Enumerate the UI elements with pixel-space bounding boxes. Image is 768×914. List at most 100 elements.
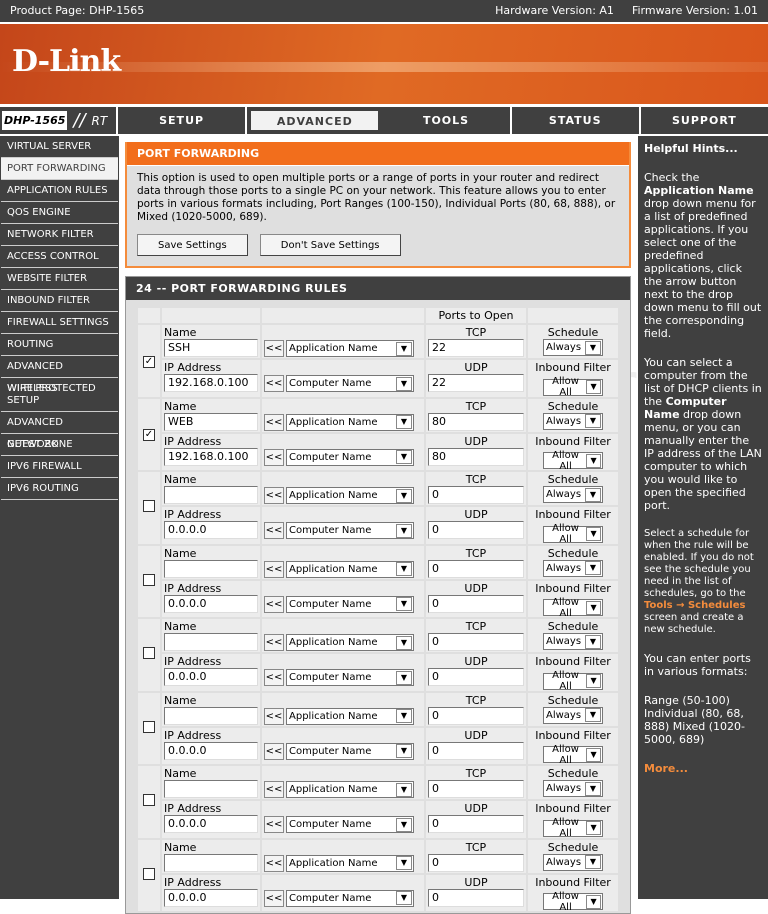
ip-address-input[interactable]: 0.0.0.0 (164, 741, 258, 760)
ip-address-input[interactable]: 0.0.0.0 (164, 668, 258, 686)
sidebar-item-port-forwarding[interactable]: PORT FORWARDING (1, 158, 118, 180)
sidebar-item-routing[interactable]: ROUTING (1, 334, 118, 356)
sidebar-item-guest-zone[interactable]: GUEST ZONE (1, 434, 118, 456)
rule-enable-checkbox[interactable] (143, 794, 155, 807)
inbound-filter-select[interactable]: Allow All ▼ (543, 817, 603, 839)
tab-status[interactable]: STATUS (512, 107, 641, 134)
ip-address-input[interactable]: 192.168.0.100 (164, 374, 258, 392)
udp-ports-input[interactable]: 0 (428, 594, 524, 613)
tcp-ports-input[interactable]: 0 (428, 559, 524, 578)
schedule-select[interactable]: Always ▼ (543, 486, 603, 503)
rule-enable-checkbox[interactable] (143, 573, 155, 586)
udp-ports-input[interactable]: 0 (428, 521, 524, 539)
sidebar-item-inbound-filter[interactable]: INBOUND FILTER (1, 290, 118, 312)
name-input[interactable] (164, 633, 258, 651)
computer-name-select[interactable]: Computer Name ▼ (286, 669, 414, 686)
fill-computer-button[interactable]: << (264, 669, 284, 686)
sidebar-item-qos-engine[interactable]: QOS ENGINE (1, 202, 118, 224)
tab-support[interactable]: SUPPORT (641, 107, 768, 134)
computer-name-select[interactable]: Computer Name ▼ (286, 889, 414, 907)
sidebar-item-website-filter[interactable]: WEBSITE FILTER (1, 268, 118, 290)
sidebar-item-application-rules[interactable]: APPLICATION RULES (1, 180, 118, 202)
ip-address-input[interactable]: 192.168.0.100 (164, 447, 258, 466)
schedule-select[interactable]: Always ▼ (543, 633, 603, 650)
application-name-select[interactable]: Application Name ▼ (286, 487, 414, 504)
dont-save-settings-button[interactable]: Don't Save Settings (259, 234, 401, 256)
fill-application-button[interactable]: << (264, 781, 284, 798)
udp-ports-input[interactable]: 0 (428, 668, 524, 686)
rule-enable-checkbox[interactable] (143, 867, 155, 880)
schedule-select[interactable]: Always ▼ (543, 853, 603, 871)
name-input[interactable]: WEB (164, 412, 258, 431)
schedule-select[interactable]: Always ▼ (543, 780, 603, 797)
fill-computer-button[interactable]: << (264, 448, 284, 466)
application-name-select[interactable]: Application Name ▼ (286, 560, 414, 578)
tcp-ports-input[interactable]: 0 (428, 633, 524, 651)
computer-name-select[interactable]: Computer Name ▼ (286, 816, 414, 833)
fill-application-button[interactable]: << (264, 487, 284, 504)
application-name-select[interactable]: Application Name ▼ (286, 340, 414, 357)
inbound-filter-select[interactable]: Allow All ▼ (543, 744, 603, 766)
inbound-filter-select[interactable]: Allow All ▼ (543, 670, 603, 692)
udp-ports-input[interactable]: 22 (428, 374, 524, 392)
fill-application-button[interactable]: << (264, 413, 284, 431)
application-name-select[interactable]: Application Name ▼ (286, 413, 414, 431)
tools-schedules-link[interactable]: Tools → Schedules (644, 600, 745, 611)
rule-enable-checkbox[interactable] (143, 647, 155, 660)
inbound-filter-select[interactable]: Allow All ▼ (543, 376, 603, 398)
fill-application-button[interactable]: << (264, 634, 284, 651)
schedule-select[interactable]: Always ▼ (543, 412, 603, 430)
fill-application-button[interactable]: << (264, 854, 284, 872)
udp-ports-input[interactable]: 0 (428, 815, 524, 833)
udp-ports-input[interactable]: 0 (428, 888, 524, 907)
tcp-ports-input[interactable]: 0 (428, 853, 524, 872)
tcp-ports-input[interactable]: 80 (428, 412, 524, 431)
computer-name-select[interactable]: Computer Name ▼ (286, 595, 414, 613)
name-input[interactable] (164, 559, 258, 578)
tcp-ports-input[interactable]: 0 (428, 486, 524, 504)
schedule-select[interactable]: Always ▼ (543, 339, 603, 356)
application-name-select[interactable]: Application Name ▼ (286, 707, 414, 725)
sidebar-item-advanced-wireless[interactable]: ADVANCED WIRELESS (1, 356, 118, 394)
udp-ports-input[interactable]: 0 (428, 741, 524, 760)
tcp-ports-input[interactable]: 0 (428, 706, 524, 725)
rule-enable-checkbox[interactable]: ✓ (143, 355, 155, 368)
rule-enable-checkbox[interactable]: ✓ (143, 429, 155, 442)
tab-tools[interactable]: TOOLS (382, 107, 512, 134)
name-input[interactable] (164, 486, 258, 504)
sidebar-item-advanced-network[interactable]: ADVANCED NETWORK (1, 412, 118, 450)
computer-name-select[interactable]: Computer Name ▼ (286, 448, 414, 466)
fill-application-button[interactable]: << (264, 707, 284, 725)
application-name-select[interactable]: Application Name ▼ (286, 854, 414, 872)
application-name-select[interactable]: Application Name ▼ (286, 781, 414, 798)
fill-computer-button[interactable]: << (264, 595, 284, 613)
sidebar-item-virtual-server[interactable]: VIRTUAL SERVER (1, 136, 118, 158)
computer-name-select[interactable]: Computer Name ▼ (286, 742, 414, 760)
tcp-ports-input[interactable]: 0 (428, 780, 524, 798)
ip-address-input[interactable]: 0.0.0.0 (164, 888, 258, 907)
name-input[interactable] (164, 780, 258, 798)
inbound-filter-select[interactable]: Allow All ▼ (543, 523, 603, 545)
name-input[interactable]: SSH (164, 339, 258, 357)
sidebar-item-ipv6-routing[interactable]: IPV6 ROUTING (1, 478, 118, 500)
fill-computer-button[interactable]: << (264, 889, 284, 907)
inbound-filter-select[interactable]: Allow All ▼ (543, 891, 603, 913)
fill-application-button[interactable]: << (264, 340, 284, 357)
name-input[interactable] (164, 853, 258, 872)
rule-enable-checkbox[interactable] (143, 500, 155, 513)
sidebar-item-ipv6-firewall[interactable]: IPV6 FIREWALL (1, 456, 118, 478)
application-name-select[interactable]: Application Name ▼ (286, 634, 414, 651)
name-input[interactable] (164, 706, 258, 725)
fill-computer-button[interactable]: << (264, 375, 284, 392)
tcp-ports-input[interactable]: 22 (428, 339, 524, 357)
schedule-select[interactable]: Always ▼ (543, 706, 603, 724)
sidebar-item-firewall-settings[interactable]: FIREWALL SETTINGS (1, 312, 118, 334)
fill-application-button[interactable]: << (264, 560, 284, 578)
tab-setup[interactable]: SETUP (118, 107, 248, 134)
ip-address-input[interactable]: 0.0.0.0 (164, 815, 258, 833)
schedule-select[interactable]: Always ▼ (543, 559, 603, 577)
ip-address-input[interactable]: 0.0.0.0 (164, 594, 258, 613)
rule-enable-checkbox[interactable] (143, 720, 155, 733)
save-settings-button[interactable]: Save Settings (137, 234, 248, 256)
tab-advanced[interactable]: ADVANCED (249, 109, 381, 132)
